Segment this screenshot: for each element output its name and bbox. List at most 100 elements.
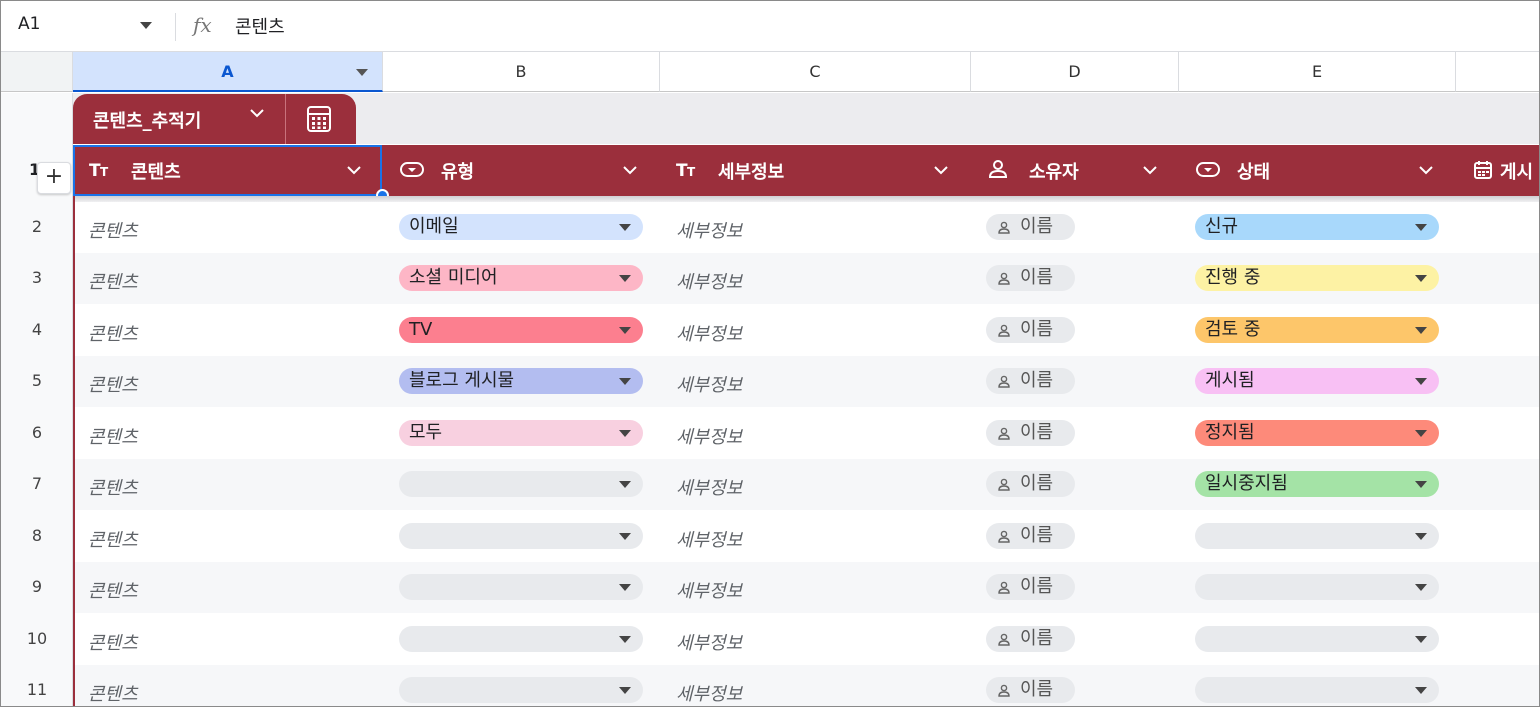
row-number[interactable]: 6 [1,423,73,442]
owner-person-chip[interactable]: 이름 [986,626,1075,652]
type-dropdown-chip[interactable]: 블로그 게시물 [399,368,643,394]
details-cell[interactable]: 세부정보 [676,320,742,346]
content-cell[interactable]: 콘텐츠 [88,680,138,706]
row-number[interactable]: 5 [1,371,73,390]
chevron-down-icon[interactable] [621,160,639,180]
svg-text:T: T [687,165,696,179]
details-cell[interactable]: 세부정보 [676,217,742,243]
details-cell[interactable]: 세부정보 [676,371,742,397]
header-label: 소유자 [1029,162,1079,183]
content-cell[interactable]: 콘텐츠 [88,217,138,243]
owner-name: 이름 [1020,370,1054,391]
row-number[interactable]: 7 [1,474,73,493]
type-dropdown-chip[interactable]: 이메일 [399,214,643,240]
row-number[interactable]: 4 [1,320,73,339]
status-dropdown-chip[interactable] [1195,677,1439,703]
row-number[interactable]: 9 [1,577,73,596]
column-header-e[interactable]: E [1179,52,1456,92]
type-dropdown-chip[interactable] [399,626,643,652]
dropdown-arrow-icon [619,533,631,540]
column-letter: B [515,62,527,81]
dropdown-arrow-icon [619,687,631,694]
details-cell[interactable]: 세부정보 [676,268,742,294]
type-dropdown-chip[interactable]: 모두 [399,420,643,446]
column-letter: A [221,62,234,81]
type-dropdown-chip[interactable]: 소셜 미디어 [399,265,643,291]
chevron-down-icon[interactable] [1141,160,1159,180]
header-cell-publish[interactable]: 게시 [1456,145,1539,196]
formula-bar: A1 fx 콘텐츠 [1,1,1539,52]
owner-name: 이름 [1020,679,1054,700]
column-header-f[interactable] [1456,52,1539,92]
owner-person-chip[interactable]: 이름 [986,471,1075,497]
content-cell[interactable]: 콘텐츠 [88,268,138,294]
details-cell[interactable]: 세부정보 [676,680,742,706]
details-cell[interactable]: 세부정보 [676,577,742,603]
type-dropdown-chip[interactable] [399,574,643,600]
dropdown-arrow-icon [1415,327,1427,334]
column-header-b[interactable]: B [383,52,660,92]
type-dropdown-chip[interactable] [399,677,643,703]
type-dropdown-chip[interactable] [399,471,643,497]
name-box[interactable]: A1 [18,14,40,34]
header-cell-details[interactable]: TT 세부정보 [660,145,971,196]
status-dropdown-chip[interactable]: 정지됨 [1195,420,1439,446]
dropdown-arrow-icon [619,275,631,282]
owner-person-chip[interactable]: 이름 [986,265,1075,291]
add-row-button[interactable]: + [37,162,71,194]
name-box-dropdown-icon[interactable] [140,22,152,29]
status-dropdown-chip[interactable]: 진행 중 [1195,265,1439,291]
status-dropdown-chip[interactable] [1195,626,1439,652]
column-header-a[interactable]: A [73,52,383,92]
owner-person-chip[interactable]: 이름 [986,420,1075,446]
content-cell[interactable]: 콘텐츠 [88,371,138,397]
status-dropdown-chip[interactable]: 게시됨 [1195,368,1439,394]
chevron-down-icon[interactable] [249,108,265,118]
status-dropdown-chip[interactable]: 신규 [1195,214,1439,240]
row-number[interactable]: 10 [1,629,73,648]
status-dropdown-chip[interactable] [1195,574,1439,600]
column-header-c[interactable]: C [660,52,971,92]
content-cell[interactable]: 콘텐츠 [88,629,138,655]
content-cell[interactable]: 콘텐츠 [88,577,138,603]
table-row: 2 콘텐츠 이메일 세부정보 이름 신규 [32,202,1539,253]
details-cell[interactable]: 세부정보 [676,423,742,449]
status-dropdown-chip[interactable]: 일시중지됨 [1195,471,1439,497]
formula-input[interactable]: 콘텐츠 [235,13,285,39]
details-cell[interactable]: 세부정보 [676,474,742,500]
row-number[interactable]: 11 [1,680,73,699]
owner-person-chip[interactable]: 이름 [986,677,1075,703]
content-cell[interactable]: 콘텐츠 [88,526,138,552]
header-label: 유형 [441,162,475,183]
header-cell-owner[interactable]: 소유자 [971,145,1179,196]
owner-person-chip[interactable]: 이름 [986,523,1075,549]
type-dropdown-chip[interactable]: TV [399,317,643,343]
table-name-tab[interactable]: 콘텐츠_추적기 [73,94,356,144]
dropdown-arrow-icon [619,224,631,231]
status-dropdown-chip[interactable] [1195,523,1439,549]
type-dropdown-chip[interactable] [399,523,643,549]
status-value: 진행 중 [1205,267,1261,288]
owner-person-chip[interactable]: 이름 [986,574,1075,600]
content-cell[interactable]: 콘텐츠 [88,474,138,500]
column-header-d[interactable]: D [971,52,1179,92]
calculator-icon[interactable] [305,105,333,133]
chevron-down-icon[interactable] [1417,160,1435,180]
owner-person-chip[interactable]: 이름 [986,317,1075,343]
row-number[interactable]: 2 [1,217,73,236]
person-icon [998,581,1010,594]
select-all-corner[interactable] [1,52,73,92]
details-cell[interactable]: 세부정보 [676,629,742,655]
column-menu-icon[interactable] [356,69,368,76]
status-dropdown-chip[interactable]: 검토 중 [1195,317,1439,343]
row-number[interactable]: 3 [1,268,73,287]
row-number[interactable]: 8 [1,526,73,545]
content-cell[interactable]: 콘텐츠 [88,320,138,346]
owner-person-chip[interactable]: 이름 [986,368,1075,394]
chevron-down-icon[interactable] [932,160,950,180]
owner-person-chip[interactable]: 이름 [986,214,1075,240]
header-cell-type[interactable]: 유형 [383,145,660,196]
header-cell-status[interactable]: 상태 [1179,145,1456,196]
details-cell[interactable]: 세부정보 [676,526,742,552]
content-cell[interactable]: 콘텐츠 [88,423,138,449]
